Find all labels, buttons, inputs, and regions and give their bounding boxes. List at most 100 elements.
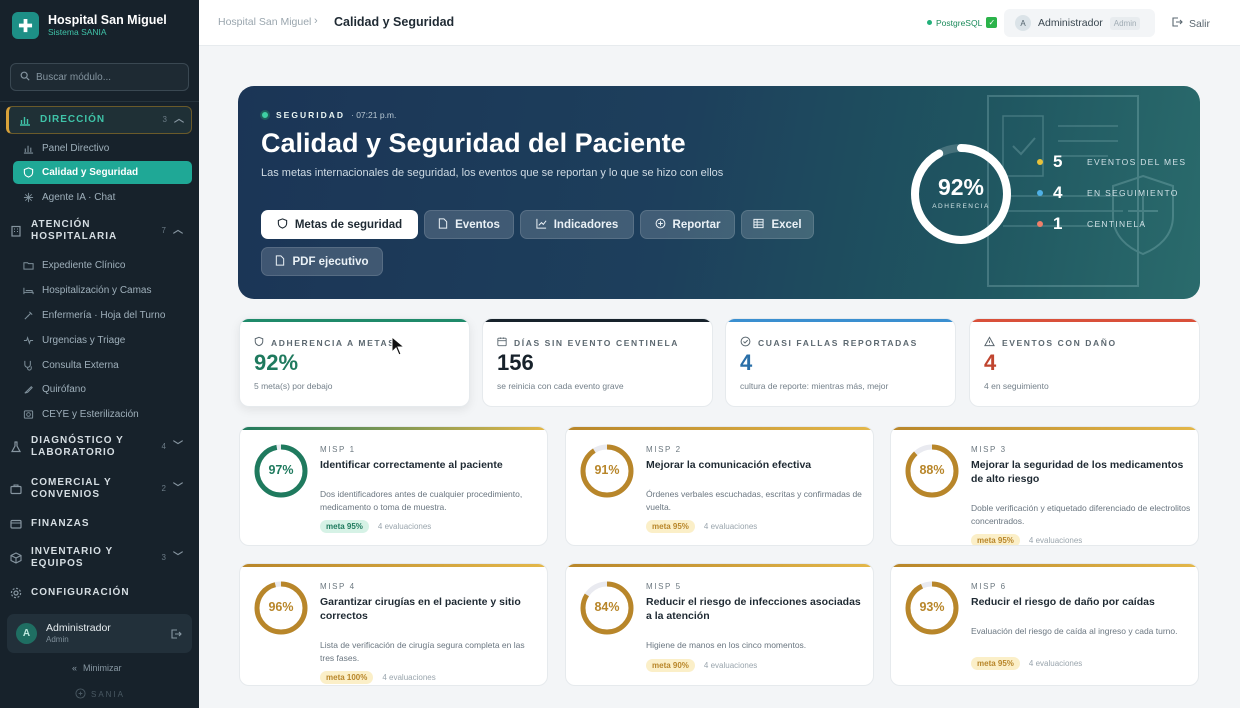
goal-card-misp-6[interactable]: 93% MISP 6 Reducir el riesgo de daño por… xyxy=(890,563,1199,686)
stat-label: CENTINELA xyxy=(1087,219,1147,229)
brand[interactable]: Hospital San Miguel Sistema SANIA xyxy=(12,12,167,39)
kpi-adherencia[interactable]: ADHERENCIA A METAS 92% 5 meta(s) por deb… xyxy=(239,318,470,407)
sidebar-item-enfermeria[interactable]: Enfermería · Hoja del Turno xyxy=(22,307,190,323)
goal-card-misp-3[interactable]: 88% MISP 3 Mejorar la seguridad de los m… xyxy=(890,426,1199,546)
shield-icon xyxy=(277,217,288,232)
metas-seguridad-button[interactable]: Metas de seguridad xyxy=(261,210,418,239)
sidebar-item-calidad-seguridad[interactable]: Calidad y Seguridad xyxy=(13,161,192,184)
chevron-down-icon: ﹀ xyxy=(173,483,184,494)
kpi-accent-bar xyxy=(970,319,1199,322)
goal-accent-bar xyxy=(566,427,873,430)
goal-percentage: 96% xyxy=(268,600,294,614)
kpi-subtitle: 4 en seguimiento xyxy=(984,381,1049,391)
kpi-subtitle: se reinicia con cada evento grave xyxy=(497,381,624,391)
db-status: PostgreSQL ✓ xyxy=(927,17,998,28)
goal-description: Higiene de manos en los cinco momentos. xyxy=(646,640,807,650)
sterilizer-icon xyxy=(22,408,34,420)
avatar: A xyxy=(1015,15,1031,31)
search-input[interactable] xyxy=(36,71,176,83)
kpi-title: CUASI FALLAS REPORTADAS xyxy=(740,336,918,349)
sidebar-section-comercial[interactable]: COMERCIAL Y CONVENIOS 2 ﹀ xyxy=(10,477,190,501)
stat-value: 1 xyxy=(1053,214,1063,233)
kpi-value: 92% xyxy=(254,350,299,375)
minimize-button[interactable]: « Minimizar xyxy=(72,663,122,673)
kpi-title-label: EVENTOS CON DAÑO xyxy=(1002,337,1117,348)
breadcrumb-root[interactable]: Hospital San Miguel xyxy=(218,16,311,28)
sidebar-item-consulta[interactable]: Consulta Externa xyxy=(22,357,190,373)
mouse-cursor-icon xyxy=(391,336,405,356)
kpi-cuasi-fallas[interactable]: CUASI FALLAS REPORTADAS 4 cultura de rep… xyxy=(725,318,956,407)
sidebar-section-finanzas[interactable]: FINANZAS xyxy=(10,518,190,530)
logout-icon[interactable] xyxy=(170,627,182,645)
hero-title: Calidad y Seguridad del Paciente xyxy=(261,128,686,158)
goal-description: Órdenes verbales escuchadas, escritas y … xyxy=(646,489,862,512)
sidebar-user-card[interactable]: A Administrador Admin xyxy=(7,614,192,653)
sidebar-item-ceye[interactable]: CEYE y Esterilización xyxy=(22,406,190,422)
sidebar-item-urgencias[interactable]: Urgencias y Triage xyxy=(22,332,190,348)
goal-card-misp-1[interactable]: 97% MISP 1 Identificar correctamente al … xyxy=(239,426,548,546)
goal-accent-bar xyxy=(240,427,547,430)
kpi-eventos-dano[interactable]: EVENTOS CON DAÑO 4 4 en seguimiento xyxy=(969,318,1200,407)
user-menu[interactable]: A Administrador Admin xyxy=(1004,9,1155,37)
goal-title: Identificar correctamente al paciente xyxy=(320,459,503,471)
search-box[interactable] xyxy=(10,63,189,91)
document-icon xyxy=(275,254,285,269)
goal-card-misp-4[interactable]: 96% MISP 4 Garantizar cirugías en el pac… xyxy=(239,563,548,686)
reportar-button[interactable]: Reportar xyxy=(640,210,735,239)
sidebar-section-configuracion[interactable]: CONFIGURACIÓN xyxy=(10,587,190,599)
goal-meta-row: meta 95% 4 evaluaciones xyxy=(646,520,757,533)
sidebar-item-label: Calidad y Seguridad xyxy=(42,167,139,178)
chevron-right-icon: › xyxy=(314,15,318,27)
sidebar-item-panel-directivo[interactable]: Panel Directivo xyxy=(22,140,190,156)
sidebar-item-agente-ia[interactable]: Agente IA · Chat xyxy=(22,189,190,205)
sidebar-item-hospitalizacion[interactable]: Hospitalización y Camas xyxy=(22,282,190,298)
kpi-subtitle: cultura de reporte: mientras más, mejor xyxy=(740,381,889,391)
button-label: Indicadores xyxy=(553,218,619,231)
sidebar-item-label: Urgencias y Triage xyxy=(42,334,126,346)
goal-evaluations: 4 evaluaciones xyxy=(382,673,436,682)
goal-percentage: 93% xyxy=(919,600,945,614)
sidebar-section-atencion[interactable]: ATENCIÓN HOSPITALARIA 7 ︿ xyxy=(10,219,190,243)
user-name: Administrador xyxy=(46,622,111,634)
excel-button[interactable]: Excel xyxy=(741,210,814,239)
sania-logo-icon xyxy=(75,688,86,701)
goal-target-badge: meta 95% xyxy=(646,520,695,533)
chevron-up-icon: ︿ xyxy=(174,114,185,125)
kpi-value: 4 xyxy=(984,350,997,375)
sidebar-divider xyxy=(0,101,199,102)
stat-label: EVENTOS DEL MES xyxy=(1087,157,1187,167)
adherence-value: 92% xyxy=(937,174,985,200)
sidebar-section-inventario[interactable]: INVENTARIO Y EQUIPOS 3 ﹀ xyxy=(10,546,190,570)
kpi-accent-bar xyxy=(483,319,712,322)
sidebar-item-expediente[interactable]: Expediente Clínico xyxy=(22,257,190,273)
kpi-title-label: DÍAS SIN EVENTO CENTINELA xyxy=(514,337,679,348)
logout-button[interactable]: Salir xyxy=(1171,16,1210,31)
sidebar-item-label: Hospitalización y Camas xyxy=(42,284,152,296)
syringe-icon xyxy=(22,309,34,321)
footer-brand-label: SANIA xyxy=(91,690,126,699)
indicadores-button[interactable]: Indicadores xyxy=(520,210,634,239)
button-label: Eventos xyxy=(455,218,500,231)
sidebar-section-diagnostico[interactable]: DIAGNÓSTICO Y LABORATORIO 4 ﹀ xyxy=(10,435,190,459)
goal-card-misp-2[interactable]: 91% MISP 2 Mejorar la comunicación efect… xyxy=(565,426,874,546)
kpi-title: DÍAS SIN EVENTO CENTINELA xyxy=(497,336,679,349)
chevron-down-icon: ﹀ xyxy=(173,441,184,452)
pdf-ejecutivo-button[interactable]: PDF ejecutivo xyxy=(261,247,383,276)
section-label: COMERCIAL Y CONVENIOS xyxy=(31,477,112,500)
eventos-button[interactable]: Eventos xyxy=(424,210,514,239)
building-icon xyxy=(10,225,22,237)
kpi-dias-sin-centinela[interactable]: DÍAS SIN EVENTO CENTINELA 156 se reinici… xyxy=(482,318,713,407)
section-count: 3 xyxy=(162,115,167,124)
adherence-label: ADHERENCIA xyxy=(932,203,990,210)
page-title: Calidad y Seguridad xyxy=(334,15,455,29)
sidebar-item-quirofano[interactable]: Quirófano xyxy=(22,381,190,397)
sidebar-item-label: Expediente Clínico xyxy=(42,259,126,271)
button-label: Excel xyxy=(771,218,802,231)
button-label: Metas de seguridad xyxy=(294,218,403,231)
sidebar-section-direccion[interactable]: DIRECCIÓN 3 ︿ xyxy=(6,106,192,134)
app-name: Hospital San Miguel xyxy=(48,13,167,27)
goal-card-misp-5[interactable]: 84% MISP 5 Reducir el riesgo de infeccio… xyxy=(565,563,874,686)
kpi-value: 4 xyxy=(740,350,753,375)
pulse-icon xyxy=(22,334,34,346)
app-subtitle: Sistema SANIA xyxy=(48,27,107,37)
